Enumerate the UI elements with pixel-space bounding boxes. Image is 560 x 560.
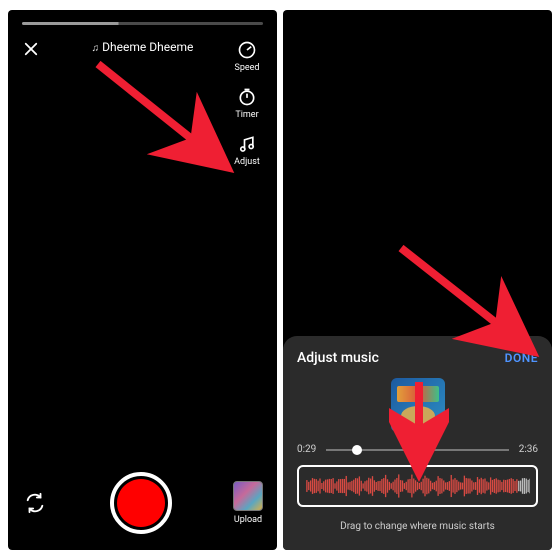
time-start-label: 0:29: [297, 444, 316, 455]
adjust-music-sheet: Adjust music DONE 0:29 2:36: [283, 336, 552, 550]
waveform-icon: [305, 471, 530, 501]
time-end-label: 2:36: [519, 444, 538, 455]
time-slider-row: 0:29 2:36: [297, 444, 538, 455]
slider-thumb[interactable]: [352, 445, 362, 455]
flip-camera-icon: [24, 492, 46, 514]
speed-label: Speed: [234, 63, 259, 73]
hint-text: Drag to change where music starts: [297, 521, 538, 532]
record-inner: [117, 479, 165, 527]
camera-screen: ♫ Dheeme Dheeme Speed Timer Adjust: [8, 10, 277, 550]
side-toolbar: Speed Timer Adjust: [227, 40, 267, 167]
annotation-arrow-adjust: [88, 58, 248, 188]
song-title-label: Dheeme Dheeme: [102, 40, 193, 54]
timer-icon: [237, 87, 257, 107]
upload-label: Upload: [234, 515, 262, 525]
time-slider[interactable]: [326, 449, 508, 451]
bottom-bar: Upload: [8, 472, 277, 534]
speed-button[interactable]: Speed: [227, 40, 267, 73]
album-art: [391, 378, 445, 432]
adjust-music-screen: Adjust music DONE 0:29 2:36: [283, 10, 552, 550]
timer-button[interactable]: Timer: [227, 87, 267, 120]
waveform-scrubber[interactable]: [297, 465, 538, 507]
upload-thumbnail: [233, 481, 263, 511]
speed-icon: [237, 40, 257, 60]
record-button[interactable]: [110, 472, 172, 534]
adjust-music-icon: [237, 134, 257, 154]
progress-bar: [22, 22, 263, 25]
music-note-icon: ♫: [92, 43, 100, 54]
done-button[interactable]: DONE: [505, 351, 538, 365]
flip-camera-button[interactable]: [22, 490, 48, 516]
sheet-title: Adjust music: [297, 350, 379, 366]
adjust-label: Adjust: [234, 157, 260, 167]
timer-label: Timer: [235, 110, 258, 120]
upload-button[interactable]: Upload: [233, 481, 263, 525]
adjust-button[interactable]: Adjust: [227, 134, 267, 167]
